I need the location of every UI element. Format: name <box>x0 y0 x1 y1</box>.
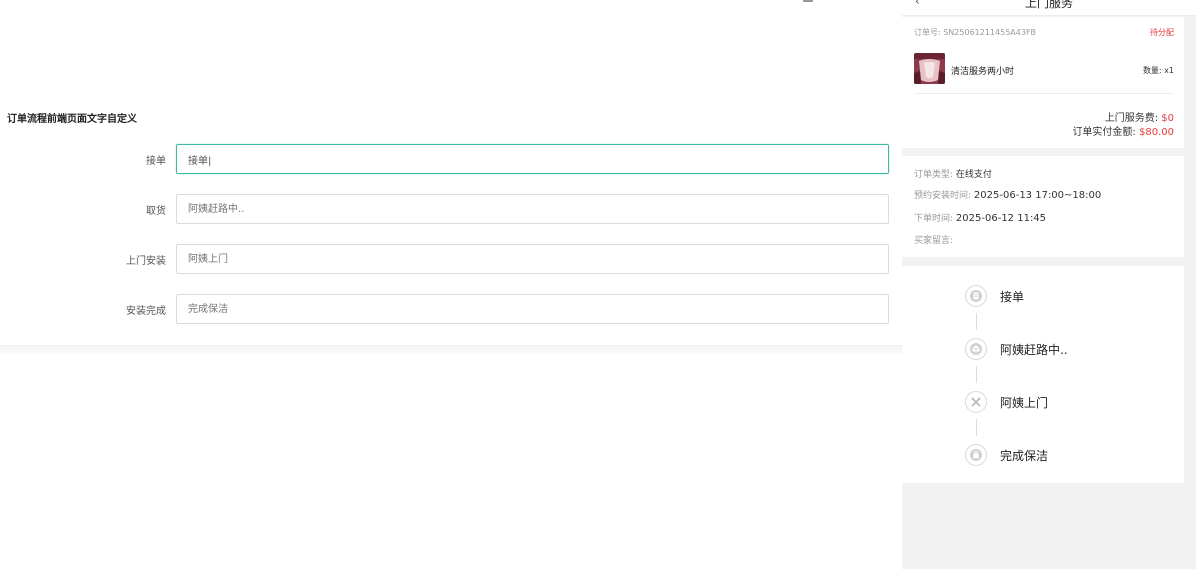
form-row-onsite: 上门安装 <box>0 244 890 274</box>
created-time-value: 2025-06-12 11:45 <box>955 213 1047 224</box>
created-time-row: 下单时间: 2025-06-12 11:45 <box>914 211 1046 224</box>
settings-panel: 订单流程前端页面文字自定义 接单 取货 上门安装 安装完成 <box>0 0 902 569</box>
paid-amount-label: 订单实付金额: <box>1072 127 1136 138</box>
section-title: 订单流程前端页面文字自定义 <box>7 114 137 125</box>
pickup-text-input[interactable] <box>176 194 889 224</box>
product-image <box>914 53 945 84</box>
booking-time-label: 预约安装时间: <box>914 191 972 201</box>
field-label-onsite: 上门安装 <box>126 256 166 267</box>
order-divider <box>914 93 1174 94</box>
step-label: 阿姨上门 <box>1000 396 1049 410</box>
step-connector <box>976 313 977 330</box>
mobile-preview: ‹ 上门服务 订单号: SN25061211455A43FB 待分配 清洁服务两… <box>902 0 1196 569</box>
form-row-accept: 接单 <box>0 144 890 174</box>
step-connector <box>976 366 977 383</box>
step-label: 完成保洁 <box>1000 449 1049 463</box>
accept-text-input[interactable] <box>176 144 889 174</box>
field-label-complete: 安装完成 <box>126 306 166 317</box>
clipboard-icon <box>965 285 987 307</box>
bag-icon <box>965 444 987 466</box>
complete-text-input[interactable] <box>176 294 889 324</box>
preview-title: 上门服务 <box>1024 0 1073 10</box>
order-card: 订单号: SN25061211455A43FB 待分配 清洁服务两小时 数量: … <box>902 17 1184 148</box>
buyer-message-row: 买家留言: <box>914 233 953 246</box>
order-info-card: 订单类型: 在线支付 预约安装时间: 2025-06-13 17:00~18:0… <box>902 156 1184 257</box>
product-thumbnail <box>914 53 945 84</box>
order-type-row: 订单类型: 在线支付 <box>914 167 992 180</box>
step-label: 阿姨赶路中.. <box>1000 343 1068 357</box>
tools-icon <box>965 391 987 413</box>
order-type-value: 在线支付 <box>955 170 992 180</box>
booking-time-row: 预约安装时间: 2025-06-13 17:00~18:00 <box>914 188 1101 201</box>
buyer-message-label: 买家留言: <box>914 236 954 246</box>
service-fee-row: 上门服务费: $0 <box>1105 109 1174 124</box>
onsite-text-input[interactable] <box>176 244 889 274</box>
form-row-pickup: 取货 <box>0 194 890 224</box>
order-steps-card: 接单 阿姨赶路中.. 阿姨上门 完成保洁 <box>902 266 1184 483</box>
preview-nav-bar: ‹ 上门服务 <box>902 0 1196 16</box>
paid-amount-value: $80.00 <box>1139 127 1174 138</box>
product-name: 清洁服务两小时 <box>951 67 1015 77</box>
minimize-mark[interactable] <box>803 0 813 2</box>
form-divider <box>0 345 902 354</box>
step-connector <box>976 419 977 436</box>
step-label: 接单 <box>1000 290 1025 304</box>
created-time-label: 下单时间: <box>914 214 954 224</box>
paid-amount-row: 订单实付金额: $80.00 <box>1072 123 1174 138</box>
order-status-badge: 待分配 <box>1150 28 1174 37</box>
box-icon <box>965 338 987 360</box>
order-number: 订单号: SN25061211455A43FB <box>914 28 1037 37</box>
order-type-label: 订单类型: <box>914 170 954 180</box>
field-label-accept: 接单 <box>146 156 166 167</box>
product-quantity: 数量: x1 <box>1142 66 1174 75</box>
booking-time-value: 2025-06-13 17:00~18:00 <box>973 190 1102 201</box>
form-row-complete: 安装完成 <box>0 294 890 324</box>
field-label-pickup: 取货 <box>146 206 166 217</box>
